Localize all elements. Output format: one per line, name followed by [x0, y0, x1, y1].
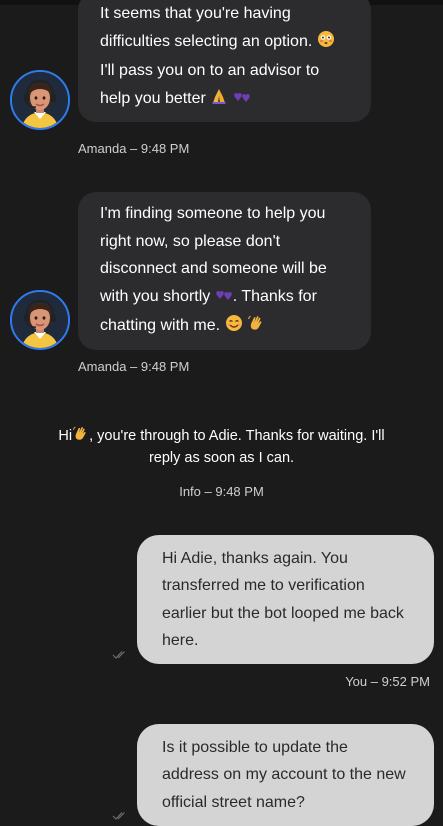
bot-message-bubble: I'm finding someone to help you right no… [78, 192, 371, 350]
message-line: I'm finding someone to help you [100, 205, 326, 222]
message-line: I'll pass you on to an advisor to [100, 62, 320, 79]
agent-avatar-icon [10, 290, 70, 350]
message-line-text: . Thanks for [232, 287, 317, 305]
folded-hands-emoji-icon [210, 87, 228, 115]
message-line-text: difficulties selecting an option. [100, 32, 313, 50]
message-line: disconnect and someone will be [100, 260, 327, 277]
waving-hand-emoji-icon [247, 314, 265, 342]
bot-message-bubble: It seems that you're having difficulties… [78, 0, 371, 122]
system-message: Hi , you're through to Adie. Thanks for w… [40, 425, 403, 468]
double-check-read-icon [112, 808, 130, 820]
system-message-line: reply as soon as I can. [148, 450, 295, 466]
message-line: Is it possible to update the [162, 739, 348, 756]
message-line: transferred me to verification [162, 577, 365, 595]
flushed-face-emoji-icon [317, 30, 335, 58]
message-meta: You – 9:52 PM [345, 674, 430, 689]
message-line: chatting with me. [100, 312, 351, 342]
agent-avatar-icon [10, 70, 70, 130]
user-message-bubble: Is it possible to update the address on … [137, 724, 434, 826]
message-meta: Amanda – 9:48 PM [78, 359, 190, 374]
user-message-bubble: Hi Adie, thanks again. You transferred m… [137, 535, 434, 665]
system-message-text: Hi [58, 428, 73, 444]
message-meta: Info – 9:48 PM [179, 484, 264, 499]
system-message-text: , you're through to Adie. Thanks for wai… [89, 428, 385, 444]
message-line: help you better [100, 85, 351, 115]
message-line: difficulties selecting an option. [100, 28, 351, 58]
message-line: It seems that you're having [100, 5, 291, 22]
message-line: here. [162, 631, 199, 649]
message-line: Hi Adie, thanks again. You [162, 550, 348, 567]
message-line-text: chatting with me. [100, 317, 221, 334]
message-meta: Amanda – 9:48 PM [78, 141, 190, 156]
message-line: official street name? [162, 793, 305, 811]
message-line: right now, so please don't [100, 232, 281, 250]
message-line-text: help you better [100, 89, 206, 107]
message-line: earlier but the bot looped me back [162, 604, 404, 622]
double-check-read-icon [112, 647, 130, 659]
purple-hearts-emoji-icon [215, 285, 233, 313]
waving-hand-emoji-icon [72, 425, 89, 448]
message-line: address on my account to the new [162, 766, 406, 784]
message-line: with you shortly . Thanks for [100, 283, 351, 313]
message-line-text: with you shortly [100, 287, 211, 305]
purple-hearts-emoji-icon [233, 87, 251, 115]
smiling-face-emoji-icon [225, 314, 243, 342]
system-message-line: Hi , you're through to Adie. Thanks for w… [40, 425, 403, 448]
